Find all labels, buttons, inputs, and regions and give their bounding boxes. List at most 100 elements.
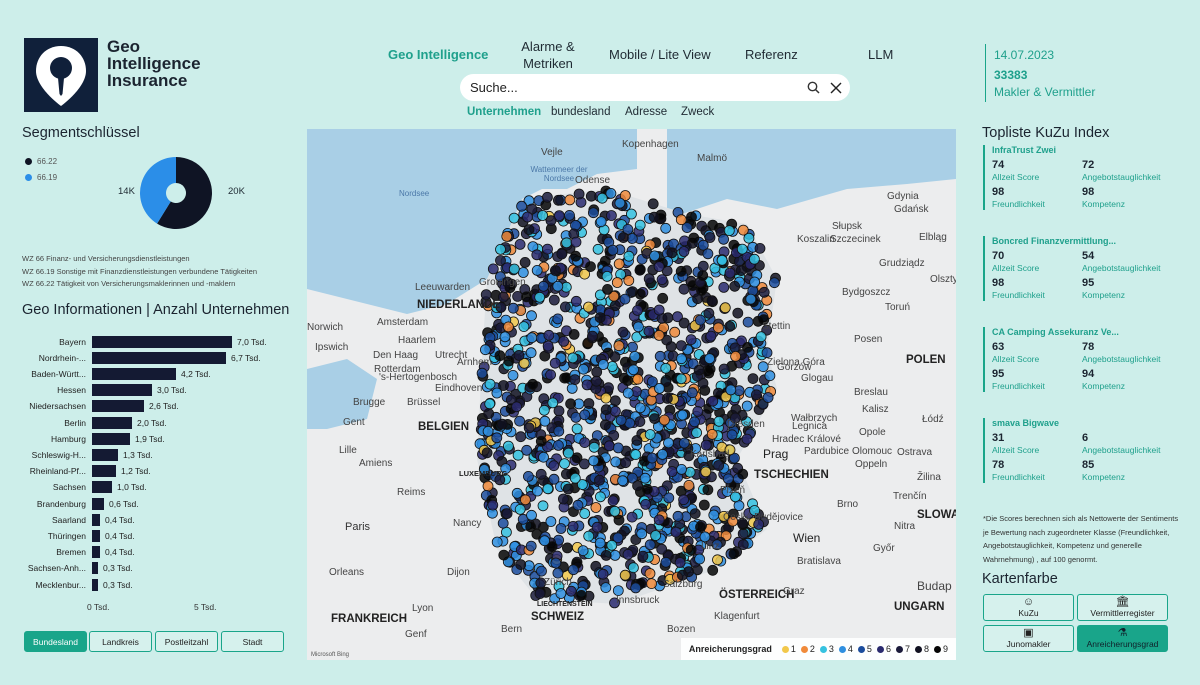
map-point[interactable]	[750, 389, 762, 401]
map-point[interactable]	[724, 267, 736, 279]
map-point[interactable]	[620, 457, 632, 469]
bar[interactable]	[92, 416, 132, 429]
map-point[interactable]	[726, 429, 738, 441]
map-point[interactable]	[622, 548, 634, 560]
map-point[interactable]	[612, 442, 624, 454]
bar-row[interactable]: Bremen 0,4 Tsd.	[24, 546, 135, 559]
map-point[interactable]	[663, 492, 675, 504]
map-point[interactable]	[587, 207, 599, 219]
map-point[interactable]	[649, 413, 661, 425]
bar-row[interactable]: Berlin 2,0 Tsd.	[24, 416, 167, 429]
map-point[interactable]	[511, 401, 523, 413]
map-point[interactable]	[622, 387, 634, 399]
search-tab-zweck[interactable]: Zweck	[681, 106, 714, 118]
bar-row[interactable]: Rheinland-Pf... 1,2 Tsd.	[24, 465, 151, 478]
map-point[interactable]	[594, 537, 606, 549]
map-point[interactable]	[522, 211, 533, 223]
map-point[interactable]	[609, 505, 621, 517]
nav-geo-intelligence[interactable]: Geo Intelligence	[388, 47, 488, 62]
button-stadt[interactable]: Stadt	[221, 631, 284, 652]
map-point[interactable]	[484, 398, 496, 410]
map-point[interactable]	[538, 404, 550, 416]
map-point[interactable]	[666, 247, 678, 259]
map-point[interactable]	[525, 540, 537, 552]
map-point[interactable]	[640, 498, 652, 510]
ranking-card[interactable]: InfraTrust Zwei 74 Allzeit Score 72 Angebo…	[983, 145, 1178, 210]
map-point[interactable]	[535, 435, 547, 447]
map-point[interactable]	[697, 260, 709, 272]
bar[interactable]	[92, 351, 226, 364]
map-point[interactable]	[704, 353, 716, 365]
map-point[interactable]	[609, 405, 621, 417]
map-point[interactable]	[643, 273, 655, 285]
map-point[interactable]	[517, 267, 529, 278]
map-point[interactable]	[708, 509, 720, 521]
map-point[interactable]	[600, 582, 612, 594]
map-point[interactable]	[557, 493, 569, 505]
map-point[interactable]	[567, 520, 579, 532]
kuzu-button[interactable]: ☺ KuZu	[983, 594, 1074, 621]
map-point[interactable]	[617, 475, 629, 487]
map-point[interactable]	[513, 349, 525, 361]
map-point[interactable]	[754, 243, 766, 254]
map-point[interactable]	[639, 472, 651, 484]
map-point[interactable]	[748, 253, 760, 265]
map-point[interactable]	[605, 210, 617, 221]
map-point[interactable]	[762, 392, 774, 403]
map-point[interactable]	[531, 249, 543, 261]
map-point[interactable]	[491, 432, 503, 444]
map-point[interactable]	[597, 568, 609, 580]
map-point[interactable]	[569, 472, 581, 484]
map-point[interactable]	[692, 293, 704, 305]
map-point[interactable]	[526, 310, 537, 322]
map-point[interactable]	[702, 484, 714, 496]
map-point[interactable]	[539, 415, 551, 427]
map-point[interactable]	[538, 451, 549, 463]
map-point[interactable]	[736, 243, 748, 255]
map-point[interactable]	[660, 222, 672, 234]
anreicherungsgrad-button[interactable]: ⚗ Anreicherungsgrad	[1077, 625, 1168, 652]
map-point[interactable]	[646, 452, 658, 464]
map-point[interactable]	[552, 280, 564, 292]
map-point[interactable]	[644, 429, 656, 440]
map-point[interactable]	[535, 468, 547, 480]
map-point[interactable]	[575, 589, 587, 601]
map-point[interactable]	[570, 250, 582, 262]
map-point[interactable]	[502, 321, 514, 333]
map-point[interactable]	[561, 542, 573, 554]
map-point[interactable]	[543, 329, 555, 341]
map-point[interactable]	[686, 387, 698, 399]
map-point[interactable]	[599, 419, 611, 431]
map-point[interactable]	[706, 428, 718, 440]
map-point[interactable]	[697, 270, 709, 281]
map-point[interactable]	[550, 557, 562, 569]
map-point[interactable]	[675, 373, 687, 385]
nav-referenz[interactable]: Referenz	[745, 47, 798, 62]
map-point[interactable]	[617, 232, 629, 243]
map-point[interactable]	[630, 449, 642, 461]
map-point[interactable]	[537, 500, 549, 512]
map-point[interactable]	[494, 350, 506, 362]
map-point[interactable]	[636, 528, 648, 540]
map-point[interactable]	[729, 280, 741, 292]
map-point[interactable]	[660, 556, 672, 568]
map-point[interactable]	[496, 418, 508, 430]
map-point[interactable]	[695, 521, 706, 533]
map-point[interactable]	[501, 231, 513, 242]
ranking-card[interactable]: Boncred Finanzvermittlung... 70 Allzeit S…	[983, 236, 1178, 301]
bar-row[interactable]: Saarland 0,4 Tsd.	[24, 513, 135, 526]
map-point[interactable]	[523, 224, 535, 235]
bar[interactable]	[92, 432, 130, 445]
map-point[interactable]	[656, 543, 668, 555]
map-point[interactable]	[693, 364, 705, 376]
map-point[interactable]	[567, 564, 579, 576]
map-point[interactable]	[531, 485, 543, 497]
map-point[interactable]	[675, 214, 687, 226]
map-point[interactable]	[737, 224, 749, 236]
bar-row[interactable]: Hamburg 1,9 Tsd.	[24, 432, 165, 445]
map-point[interactable]	[479, 344, 491, 356]
map-point[interactable]	[650, 530, 662, 541]
ranking-card[interactable]: CA Camping Assekuranz Ve... 63 Allzeit Sc…	[983, 327, 1178, 392]
map-point[interactable]	[656, 274, 668, 286]
map-point[interactable]	[597, 359, 609, 370]
